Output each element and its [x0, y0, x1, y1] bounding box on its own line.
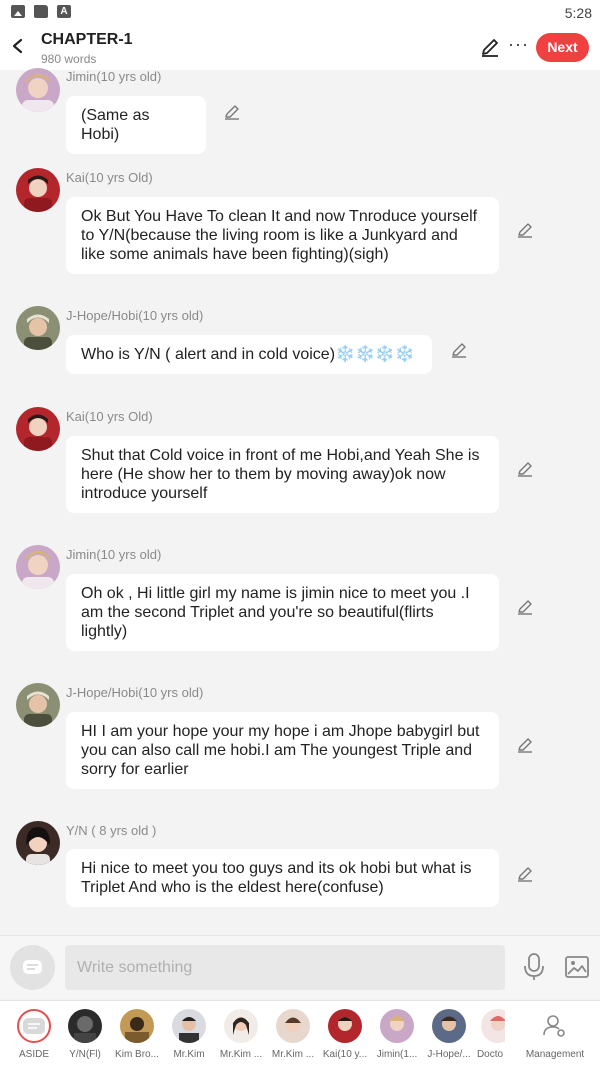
edit-message-icon[interactable]: [516, 598, 534, 616]
status-time: 5:28: [564, 5, 592, 21]
kai-avatar[interactable]: [16, 407, 60, 451]
message-bubble[interactable]: Hi nice to meet you too guys and its ok …: [66, 849, 499, 907]
message: J-Hope/Hobi(10 yrs old) Who is Y/N ( ale…: [0, 306, 600, 380]
character-label: Jimin(1...: [376, 1049, 418, 1060]
jimin-avatar[interactable]: [16, 545, 60, 589]
sender-name: Kai(10 yrs Old): [66, 170, 153, 185]
character-avatar: [380, 1009, 414, 1043]
character-kim-bro[interactable]: Kim Bro...: [111, 1009, 163, 1060]
message: Y/N ( 8 yrs old ) Hi nice to meet you to…: [0, 821, 600, 913]
jhope-avatar[interactable]: [16, 683, 60, 727]
word-count: 980 words: [41, 52, 97, 66]
character-mr-kim-2[interactable]: Mr.Kim ...: [215, 1009, 267, 1060]
character-avatar: [172, 1009, 206, 1043]
character-label: Mr.Kim ...: [219, 1049, 263, 1060]
message-bubble[interactable]: (Same as Hobi): [66, 96, 206, 154]
yn-avatar[interactable]: [16, 821, 60, 865]
more-options-icon[interactable]: ···: [508, 34, 529, 54]
character-avatar: [120, 1009, 154, 1043]
character-avatar: [224, 1009, 258, 1043]
folder-notification-icon: [34, 5, 48, 18]
edit-message-icon[interactable]: [516, 221, 534, 239]
character-label: Docto: [476, 1049, 504, 1060]
app-notification-icon: A: [57, 5, 71, 18]
gallery-notification-icon: [11, 5, 25, 18]
character-aside[interactable]: ASIDE: [8, 1009, 60, 1060]
message-bubble[interactable]: Oh ok , Hi little girl my name is jimin …: [66, 574, 499, 651]
sender-name: Y/N ( 8 yrs old ): [66, 823, 157, 838]
character-avatar: [328, 1009, 362, 1043]
message: J-Hope/Hobi(10 yrs old) HI I am your hop…: [0, 683, 600, 793]
jimin-avatar[interactable]: [16, 68, 60, 112]
chapter-title: CHAPTER-1: [41, 31, 133, 48]
sender-name: J-Hope/Hobi(10 yrs old): [66, 308, 204, 323]
sender-name: Jimin(10 yrs old): [66, 69, 162, 84]
edit-message-icon[interactable]: [450, 341, 468, 359]
character-label: Mr.Kim ...: [271, 1049, 315, 1060]
character-label: Kim Bro...: [115, 1049, 159, 1060]
edit-message-icon[interactable]: [516, 460, 534, 478]
message: Kai(10 yrs Old) Ok But You Have To clean…: [0, 168, 600, 278]
character-label: Management: [525, 1049, 585, 1060]
sender-name: Kai(10 yrs Old): [66, 409, 153, 424]
status-bar: A 5:28: [0, 0, 600, 26]
character-label: J-Hope/...: [427, 1049, 471, 1060]
message: Jimin(10 yrs old) (Same as Hobi): [0, 68, 600, 154]
message-bubble[interactable]: Shut that Cold voice in front of me Hobi…: [66, 436, 499, 513]
character-jhope[interactable]: J-Hope/...: [423, 1009, 475, 1060]
image-icon[interactable]: [565, 956, 589, 978]
message-input[interactable]: [65, 945, 505, 990]
character-jimin[interactable]: Jimin(1...: [371, 1009, 423, 1060]
character-label: ASIDE: [18, 1049, 49, 1060]
aside-toggle-button[interactable]: [10, 945, 55, 990]
sender-name: Jimin(10 yrs old): [66, 547, 162, 562]
character-avatar: [481, 1009, 505, 1043]
character-doctor[interactable]: Docto: [475, 1009, 505, 1060]
management-icon: [538, 1009, 572, 1043]
message: Jimin(10 yrs old) Oh ok , Hi little girl…: [0, 545, 600, 655]
edit-message-icon[interactable]: [516, 865, 534, 883]
character-avatar: [276, 1009, 310, 1043]
next-button[interactable]: Next: [536, 33, 589, 62]
message: Kai(10 yrs Old) Shut that Cold voice in …: [0, 407, 600, 517]
character-label: Kai(10 y...: [322, 1049, 368, 1060]
character-label: Mr.Kim: [173, 1049, 205, 1060]
character-avatar: [68, 1009, 102, 1043]
microphone-icon[interactable]: [522, 952, 546, 982]
chapter-header: CHAPTER-1 980 words ··· Next: [0, 26, 600, 70]
edit-message-icon[interactable]: [516, 736, 534, 754]
composer-bar: [0, 935, 600, 999]
message-bubble[interactable]: HI I am your hope your my hope i am Jhop…: [66, 712, 499, 789]
edit-pen-icon[interactable]: [479, 36, 501, 58]
message-bubble[interactable]: Who is Y/N ( alert and in cold voice)❄️❄…: [66, 335, 432, 374]
character-avatar: [432, 1009, 466, 1043]
chat-bubble-icon: [23, 960, 42, 974]
character-management[interactable]: Management: [525, 1009, 585, 1060]
jhope-avatar[interactable]: [16, 306, 60, 350]
character-yn-fl[interactable]: Y/N(Fl): [59, 1009, 111, 1060]
aside-icon: [17, 1009, 51, 1043]
message-bubble[interactable]: Ok But You Have To clean It and now Tnro…: [66, 197, 499, 274]
character-bar: ASIDE Y/N(Fl) Kim Bro... Mr.Kim Mr.Kim .…: [0, 1000, 600, 1067]
character-mr-kim-3[interactable]: Mr.Kim ...: [267, 1009, 319, 1060]
character-kai[interactable]: Kai(10 y...: [319, 1009, 371, 1060]
edit-message-icon[interactable]: [223, 103, 241, 121]
sender-name: J-Hope/Hobi(10 yrs old): [66, 685, 204, 700]
character-label: Y/N(Fl): [69, 1049, 101, 1060]
back-arrow-icon[interactable]: [8, 34, 28, 58]
character-mr-kim[interactable]: Mr.Kim: [163, 1009, 215, 1060]
kai-avatar[interactable]: [16, 168, 60, 212]
